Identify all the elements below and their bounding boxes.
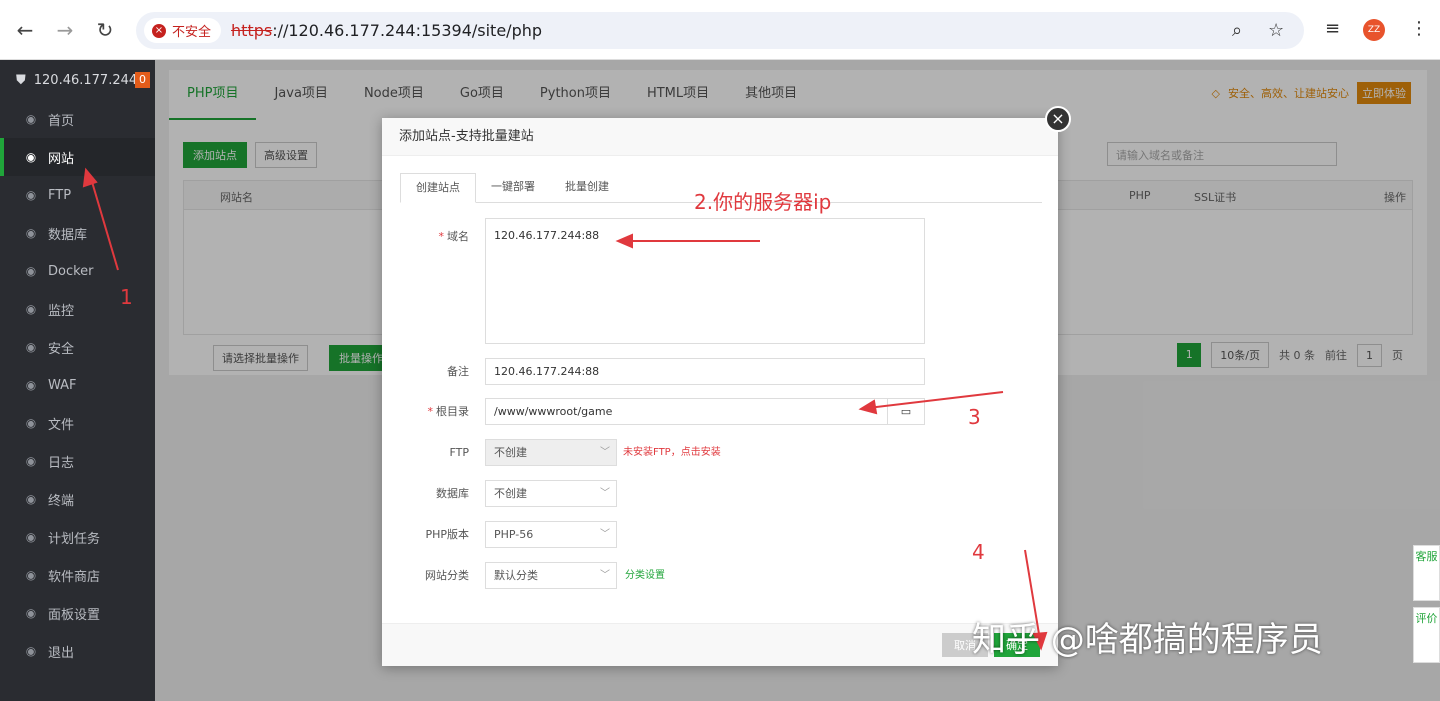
browser-toolbar: ← → ↻ × 不安全 https://120.46.177.244:15394… <box>0 0 1440 60</box>
back-icon[interactable]: ← <box>13 18 37 42</box>
remark-row: 备注 120.46.177.244:88 <box>400 358 925 385</box>
sidebar-item-label: 日志 <box>48 455 75 471</box>
sidebar-item-label: 文件 <box>48 417 75 433</box>
sidebar-item-10[interactable]: ◉ 终端 <box>0 480 155 518</box>
chevron-down-icon: ﹀ <box>600 488 610 499</box>
sidebar-item-label: 数据库 <box>48 227 88 243</box>
reload-icon[interactable]: ↻ <box>93 18 117 42</box>
folder-icon: ◉ <box>25 416 37 430</box>
terminal-icon: ◉ <box>25 492 37 506</box>
ftp-install-link[interactable]: 未安装FTP，点击安装 <box>623 439 721 466</box>
server-ip: 120.46.177.244 <box>33 72 138 88</box>
php-row: PHP版本 PHP-56 ﹀ <box>400 521 617 548</box>
playlist-icon[interactable]: ≡ <box>1325 18 1340 39</box>
sidebar-item-8[interactable]: ◉ 文件 <box>0 404 155 442</box>
dialog-footer: 取消 确定 <box>382 623 1058 666</box>
sidebar-item-1[interactable]: ◉ 网站 <box>0 138 155 176</box>
chevron-down-icon: ﹀ <box>600 529 610 540</box>
sidebar-item-label: FTP <box>48 187 72 203</box>
close-icon[interactable]: × <box>1045 106 1071 132</box>
sidebar-item-13[interactable]: ◉ 面板设置 <box>0 594 155 632</box>
sidebar-item-label: 计划任务 <box>48 531 101 547</box>
sidebar-item-2[interactable]: ◉ FTP <box>0 176 155 214</box>
root-dir-input[interactable]: /www/wwwroot/game <box>485 398 888 425</box>
root-row: * 根目录 /www/wwwroot/game ▭ <box>400 398 925 425</box>
sidebar-item-label: 网站 <box>48 151 75 167</box>
clock-icon: ◉ <box>25 530 37 544</box>
sidebar-item-14[interactable]: ◉ 退出 <box>0 632 155 670</box>
domain-row: * 域名 120.46.177.244:88 <box>400 218 925 344</box>
dialog-tab-1[interactable]: 一键部署 <box>476 173 550 202</box>
sidebar-item-label: Docker <box>48 263 94 279</box>
sidebar-item-3[interactable]: ◉ 数据库 <box>0 214 155 252</box>
database-select[interactable]: 不创建 ﹀ <box>485 480 617 507</box>
sidebar-item-7[interactable]: ◉ WAF <box>0 366 155 404</box>
insecure-chip[interactable]: × 不安全 <box>144 18 222 43</box>
sidebar-item-label: WAF <box>48 377 77 393</box>
logout-icon: ◉ <box>25 644 37 658</box>
url-text[interactable]: https://120.46.177.244:15394/site/php <box>231 21 542 40</box>
customer-service-widget[interactable]: 客服 <box>1413 545 1440 601</box>
sidebar: ⛊ 120.46.177.244 0 ◉ 首页 ◉ 网站 ◉ FTP ◉ 数据库 ◉ Docker… <box>0 60 155 701</box>
remark-input[interactable]: 120.46.177.244:88 <box>485 358 925 385</box>
sidebar-item-12[interactable]: ◉ 软件商店 <box>0 556 155 594</box>
server-info: ⛊ 120.46.177.244 0 <box>0 60 155 100</box>
chevron-down-icon: ﹀ <box>600 447 610 458</box>
star-icon[interactable]: ☆ <box>1268 20 1284 41</box>
sidebar-item-0[interactable]: ◉ 首页 <box>0 100 155 138</box>
review-widget[interactable]: 评价 <box>1413 607 1440 663</box>
zoom-icon[interactable]: ⌕ <box>1232 20 1242 41</box>
php-version-select[interactable]: PHP-56 ﹀ <box>485 521 617 548</box>
sidebar-item-label: 软件商店 <box>48 569 101 585</box>
category-settings-link[interactable]: 分类设置 <box>625 562 665 589</box>
sidebar-item-label: 终端 <box>48 493 75 509</box>
database-row: 数据库 不创建 ﹀ <box>400 480 617 507</box>
folder-icon[interactable]: ▭ <box>888 398 925 425</box>
sidebar-item-label: 退出 <box>48 645 75 661</box>
dialog-title: 添加站点-支持批量建站 <box>382 118 1058 156</box>
sidebar-item-6[interactable]: ◉ 安全 <box>0 328 155 366</box>
sidebar-item-label: 监控 <box>48 303 75 319</box>
docker-icon: ◉ <box>25 264 37 278</box>
globe-icon: ◉ <box>25 150 37 164</box>
waf-icon: ◉ <box>25 378 37 392</box>
sidebar-item-label: 首页 <box>48 113 75 129</box>
category-select[interactable]: 默认分类 ﹀ <box>485 562 617 589</box>
sidebar-item-label: 面板设置 <box>48 607 101 623</box>
annotation-2: 2.你的服务器ip <box>694 190 832 214</box>
ftp-row: FTP 不创建 ﹀ 未安装FTP，点击安装 <box>400 439 721 466</box>
forward-icon[interactable]: → <box>53 18 77 42</box>
avatar[interactable]: ZZ <box>1363 19 1385 41</box>
shield-icon: ◉ <box>25 340 37 354</box>
notification-badge[interactable]: 0 <box>135 72 150 88</box>
address-bar[interactable]: × 不安全 https://120.46.177.244:15394/site/… <box>136 12 1304 49</box>
ftp-select[interactable]: 不创建 ﹀ <box>485 439 617 466</box>
domain-textarea[interactable]: 120.46.177.244:88 <box>485 218 925 344</box>
annotation-4: 4 <box>972 540 985 564</box>
store-icon: ◉ <box>25 568 37 582</box>
dialog-tab-0[interactable]: 创建站点 <box>400 173 476 203</box>
annotation-3: 3 <box>968 405 981 429</box>
ftp-icon: ◉ <box>25 188 37 202</box>
home-icon: ◉ <box>25 112 37 126</box>
chevron-down-icon: ﹀ <box>600 570 610 581</box>
monitor-icon: ◉ <box>25 302 37 316</box>
menu-dots-icon[interactable]: ⋮ <box>1410 18 1428 39</box>
shield-logo-icon: ⛊ <box>16 72 26 88</box>
category-row: 网站分类 默认分类 ﹀ 分类设置 <box>400 562 665 589</box>
dialog-tab-2[interactable]: 批量创建 <box>550 173 624 202</box>
warning-icon: × <box>152 23 166 38</box>
watermark: 知乎 @啥都搞的程序员 <box>972 620 1323 660</box>
sidebar-item-label: 安全 <box>48 341 75 357</box>
log-icon: ◉ <box>25 454 37 468</box>
insecure-label: 不安全 <box>172 25 212 40</box>
gear-icon: ◉ <box>25 606 37 620</box>
annotation-1: 1 <box>120 285 133 309</box>
database-icon: ◉ <box>25 226 37 240</box>
sidebar-item-9[interactable]: ◉ 日志 <box>0 442 155 480</box>
sidebar-item-11[interactable]: ◉ 计划任务 <box>0 518 155 556</box>
